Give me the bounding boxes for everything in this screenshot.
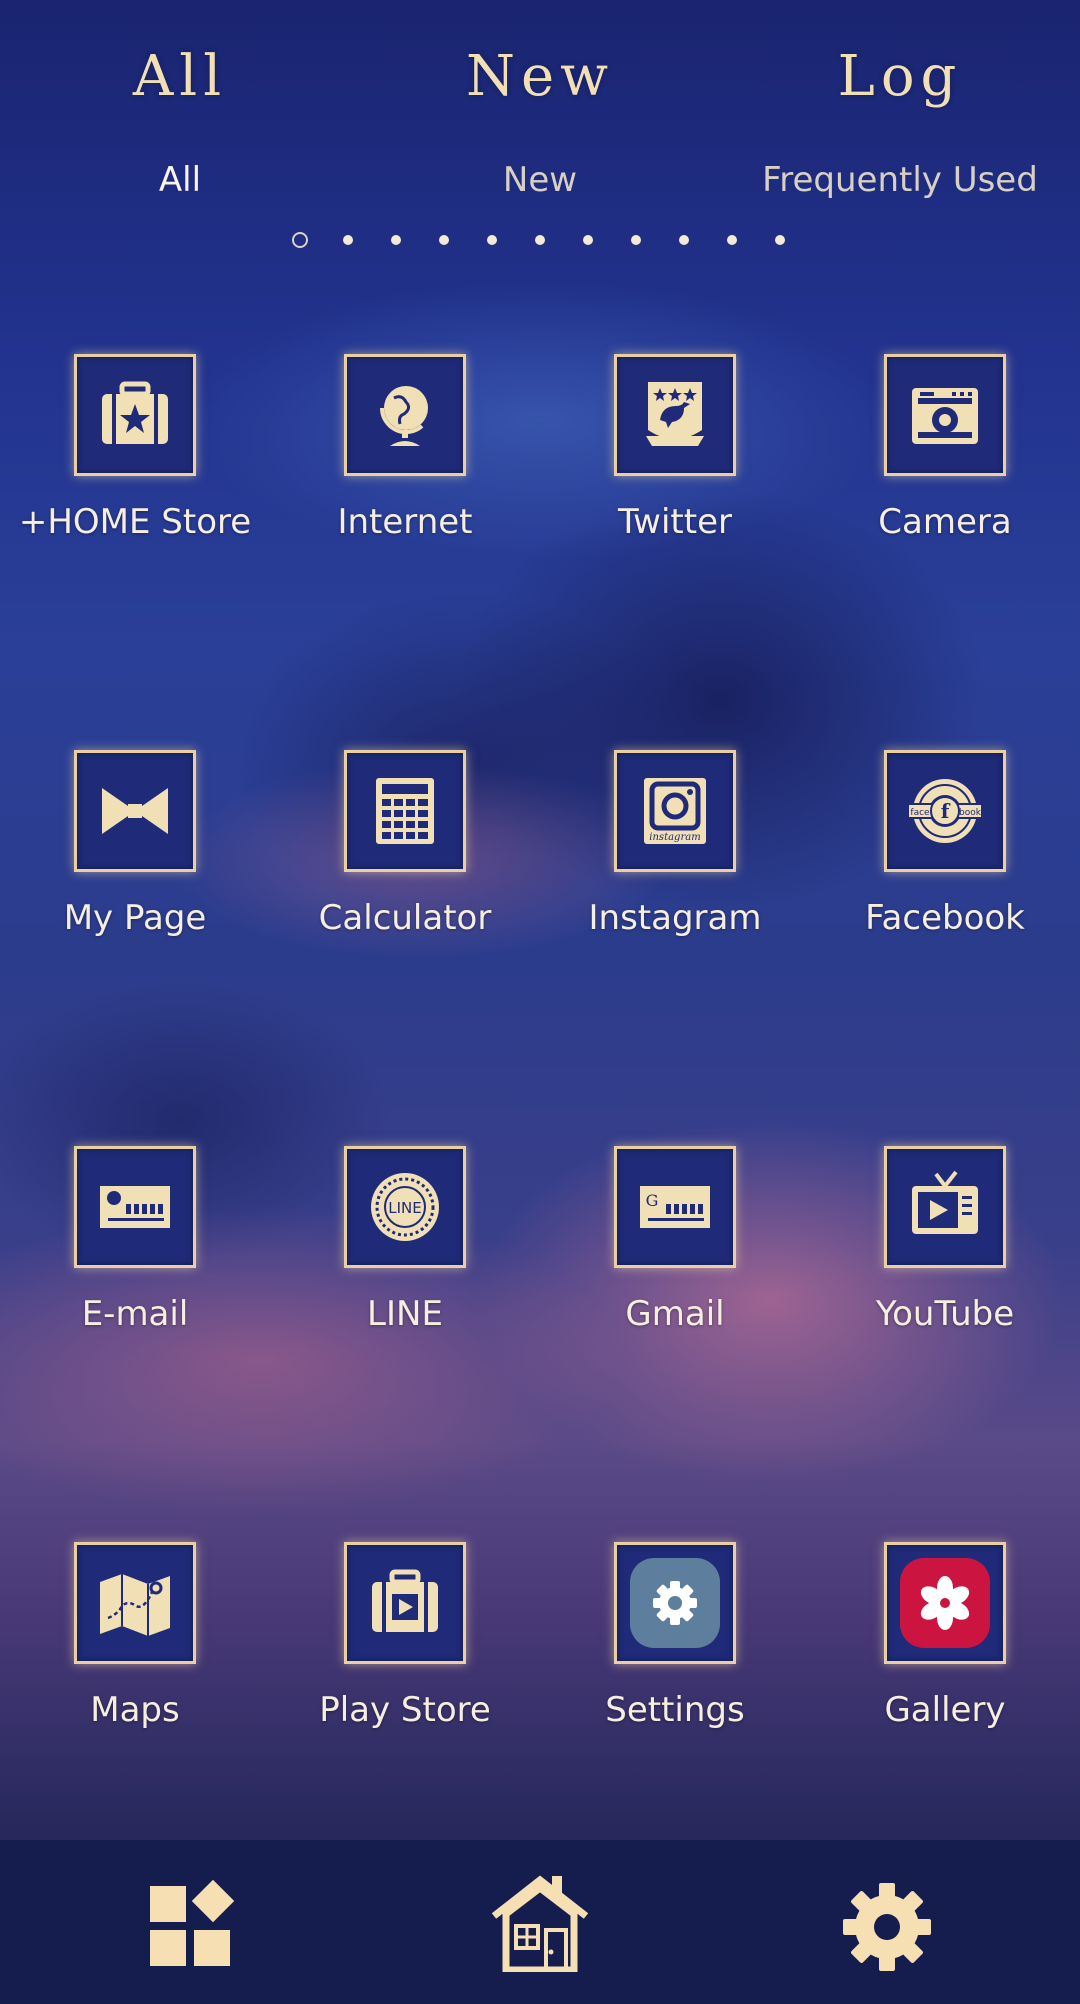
app-youtube[interactable]: YouTube [815,1146,1075,1334]
svg-text:instagram: instagram [649,832,700,843]
svg-text:face: face [910,808,930,818]
tv-icon [912,1170,978,1234]
app-label: Camera [878,502,1012,542]
app-settings[interactable]: Settings [545,1542,805,1730]
page-dot[interactable] [276,230,324,250]
envelope-stamp-icon [100,1186,170,1228]
page-dot[interactable] [372,230,420,250]
script-tab-new[interactable]: New [466,44,614,109]
app-label: Twitter [618,502,732,542]
app-line[interactable]: LINE LINE [275,1146,535,1334]
app-play-store[interactable]: Play Store [275,1542,535,1730]
gear-icon [843,1883,931,1971]
tab-bar: All New Frequently Used [0,160,1080,200]
script-header: All New Log [0,44,1080,109]
page-dot[interactable] [324,230,372,250]
home-button[interactable] [490,1875,590,1972]
suitcase-play-icon [372,1569,438,1632]
app-maps[interactable]: Maps [5,1542,265,1730]
app-label: My Page [63,898,207,938]
camera-icon [912,388,978,444]
svg-text:LINE: LINE [388,1199,421,1217]
app-label: Internet [337,502,473,542]
script-tab-all[interactable]: All [133,44,227,109]
tab-frequently-used[interactable]: Frequently Used [762,160,1038,200]
page-dot[interactable] [516,230,564,250]
page-indicator [0,230,1080,250]
line-badge-icon: LINE [371,1173,439,1241]
page-dot[interactable] [468,230,516,250]
script-tab-log[interactable]: Log [838,44,963,109]
bird-crest-icon [646,382,704,446]
app-label: Maps [90,1690,180,1730]
page-dot[interactable] [420,230,468,250]
suitcase-star-icon [102,381,168,444]
app-label: Instagram [588,898,762,938]
app-label: Calculator [318,898,492,938]
page-dot[interactable] [708,230,756,250]
app-label: YouTube [875,1294,1015,1334]
app-facebook[interactable]: face f book Facebook [815,750,1075,938]
app-email[interactable]: E-mail [5,1146,265,1334]
app-twitter[interactable]: Twitter [545,354,805,542]
widgets-button[interactable] [146,1880,236,1970]
app-label: Gmail [625,1294,725,1334]
map-icon [100,1574,170,1636]
app-label: Gallery [884,1690,1006,1730]
app-home-store[interactable]: +HOME Store [5,354,265,542]
tab-new[interactable]: New [503,160,577,200]
page-dot[interactable] [612,230,660,250]
globe-icon [379,386,428,446]
app-label: Facebook [865,898,1025,938]
widgets-icon [150,1880,235,1966]
facebook-badge-icon: face f book [907,779,983,843]
settings-button[interactable] [840,1880,934,1974]
app-label: Play Store [319,1690,491,1730]
app-internet[interactable]: Internet [275,354,535,542]
page-dot[interactable] [564,230,612,250]
gmail-envelope-icon: G [640,1186,710,1228]
app-label: LINE [367,1294,443,1334]
page-dot[interactable] [756,230,804,250]
flower-icon [900,1558,990,1648]
app-instagram[interactable]: instagram Instagram [545,750,805,938]
app-gallery[interactable]: Gallery [815,1542,1075,1730]
svg-text:G: G [646,1191,659,1210]
app-my-page[interactable]: My Page [5,750,265,938]
settings-gear-icon [630,1558,720,1648]
app-calculator[interactable]: Calculator [275,750,535,938]
app-camera[interactable]: Camera [815,354,1075,542]
app-label: Settings [605,1690,745,1730]
instagram-icon: instagram [644,778,706,844]
app-label: +HOME Store [18,502,252,542]
svg-text:f: f [941,799,951,823]
bow-tie-icon [102,788,168,834]
tab-all[interactable]: All [159,160,201,200]
app-gmail[interactable]: G Gmail [545,1146,805,1334]
calculator-icon [376,778,434,844]
app-label: E-mail [81,1294,189,1334]
svg-text:book: book [959,808,982,818]
page-dot[interactable] [660,230,708,250]
home-icon [491,1875,589,1972]
